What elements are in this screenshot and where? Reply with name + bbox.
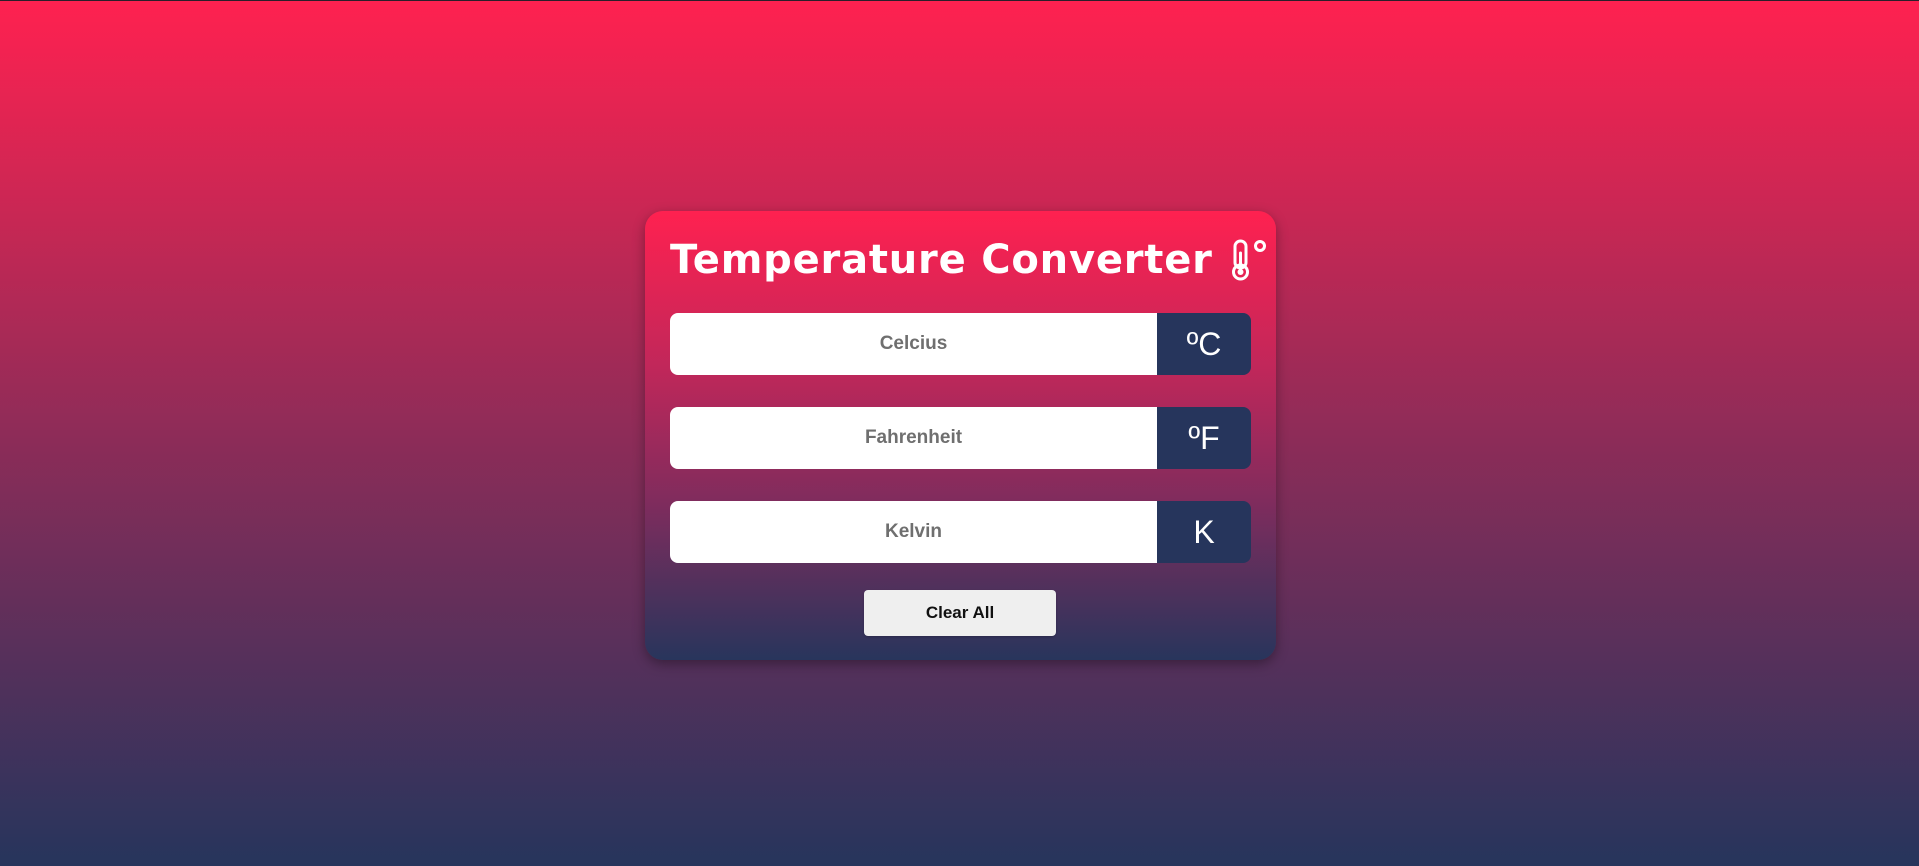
kelvin-unit-badge: K (1157, 501, 1251, 563)
celsius-unit-badge: ºC (1157, 313, 1251, 375)
celsius-input[interactable] (670, 313, 1157, 375)
page-title-text: Temperature Converter (670, 237, 1213, 283)
converter-card: Temperature Converter ºC ºF K Clear All (645, 211, 1276, 660)
fahrenheit-input[interactable] (670, 407, 1157, 469)
fahrenheit-row: ºF (670, 407, 1251, 469)
thermometer-degree-icon (1231, 238, 1269, 282)
page-title: Temperature Converter (670, 235, 1266, 285)
kelvin-row: K (670, 501, 1251, 563)
fahrenheit-unit-badge: ºF (1157, 407, 1251, 469)
kelvin-input[interactable] (670, 501, 1157, 563)
clear-all-button[interactable]: Clear All (864, 590, 1056, 636)
window-top-edge (0, 0, 1919, 1)
celsius-row: ºC (670, 313, 1251, 375)
